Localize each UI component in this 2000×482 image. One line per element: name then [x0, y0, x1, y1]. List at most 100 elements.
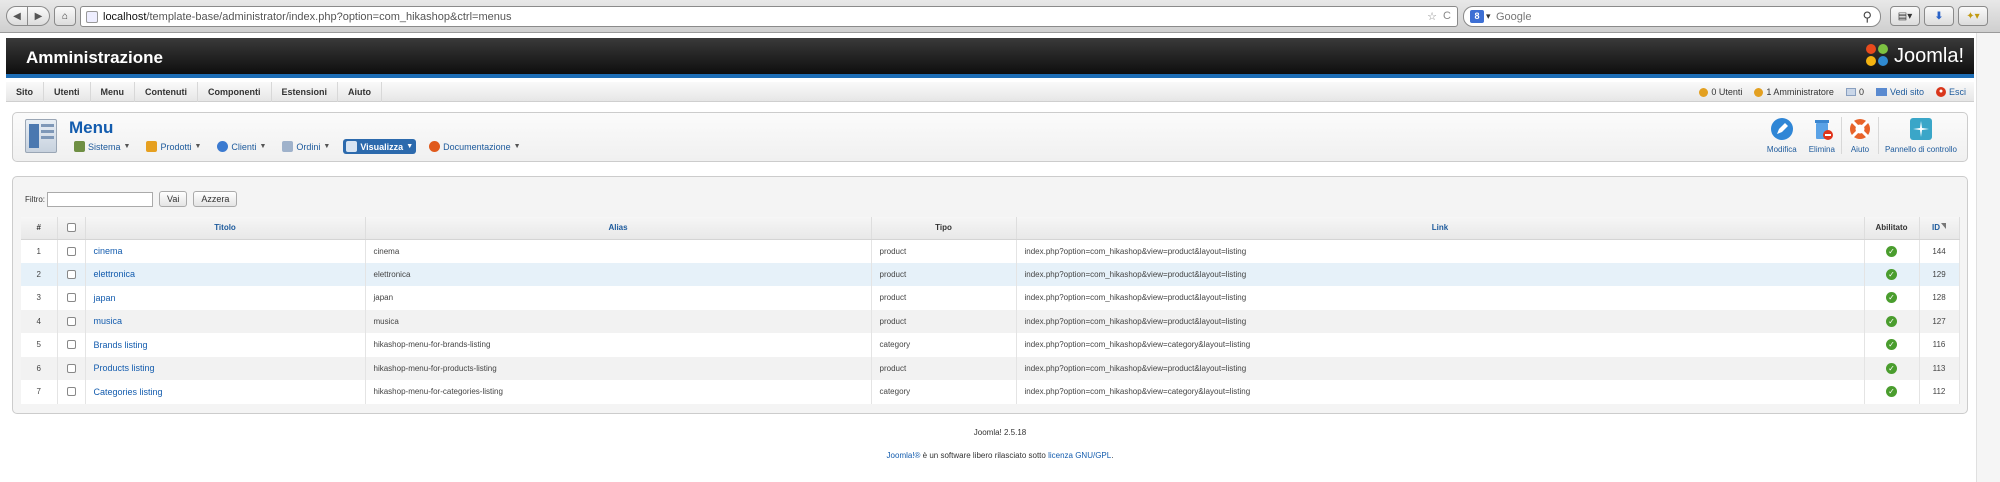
- menu-item-aiuto[interactable]: Aiuto: [338, 82, 383, 102]
- magnifier-icon[interactable]: ⚲: [1862, 9, 1872, 25]
- row-title-link[interactable]: elettronica: [94, 269, 136, 279]
- search-engine-icon[interactable]: 8: [1470, 10, 1484, 23]
- bookmark-star-icon[interactable]: ☆: [1427, 10, 1437, 23]
- check-icon[interactable]: ✓: [1886, 268, 1897, 280]
- chevron-down-icon[interactable]: ▾: [1486, 11, 1491, 22]
- submenu-sistema[interactable]: Sistema ▼: [71, 139, 133, 154]
- column-header-link[interactable]: Link: [1016, 217, 1865, 240]
- browser-toolbar: ◀ ▶ ⌂ localhost/template-base/administra…: [0, 0, 2000, 33]
- messages-count[interactable]: 0: [1845, 87, 1864, 97]
- row-title-link[interactable]: cinema: [94, 246, 123, 256]
- menu-item-sito[interactable]: Sito: [6, 82, 44, 102]
- submenu-clienti[interactable]: Clienti ▼: [214, 139, 269, 154]
- history-nav: ◀ ▶: [6, 6, 50, 26]
- customers-icon: [217, 141, 229, 152]
- row-checkbox[interactable]: [66, 340, 76, 350]
- row-checkbox[interactable]: [66, 316, 76, 326]
- check-icon[interactable]: ✓: [1886, 245, 1897, 257]
- menu-item-contenuti[interactable]: Contenuti: [135, 82, 198, 102]
- row-number: 4: [21, 309, 58, 333]
- joomla-link[interactable]: Joomla!®: [887, 451, 921, 460]
- sort-desc-icon: [1941, 223, 1946, 230]
- lifebuoy-icon: [1848, 117, 1872, 141]
- home-icon[interactable]: ⌂: [54, 6, 76, 26]
- table-row: 1 cinema cinema product index.php?option…: [21, 239, 1960, 263]
- row-id: 128: [1919, 286, 1960, 310]
- column-header-alias[interactable]: Alias: [365, 217, 872, 240]
- check-icon[interactable]: ✓: [1886, 292, 1897, 304]
- row-title-link[interactable]: Brands listing: [94, 340, 148, 350]
- check-icon[interactable]: ✓: [1886, 315, 1897, 327]
- reset-button[interactable]: Azzera: [193, 191, 238, 207]
- submenu-ordini[interactable]: Ordini ▼: [279, 139, 333, 154]
- menu-item-menu[interactable]: Menu: [91, 82, 135, 102]
- row-checkbox[interactable]: [66, 246, 76, 256]
- row-title-link[interactable]: japan: [94, 293, 116, 303]
- gpl-license-link[interactable]: licenza GNU/GPL: [1048, 451, 1111, 460]
- address-bar[interactable]: localhost/template-base/administrator/in…: [80, 6, 1458, 27]
- check-icon[interactable]: ✓: [1886, 339, 1897, 351]
- menu-item-componenti[interactable]: Componenti: [198, 82, 272, 102]
- go-button[interactable]: Vai: [159, 191, 188, 207]
- chevron-down-icon: ▼: [259, 143, 267, 150]
- submenu-visualizza[interactable]: Visualizza ▼: [343, 139, 417, 154]
- row-id: 144: [1919, 239, 1960, 263]
- back-icon[interactable]: ◀: [6, 6, 28, 26]
- table-row: 6 Products listing hikashop-menu-for-pro…: [21, 356, 1960, 380]
- row-enabled-cell: ✓: [1864, 239, 1920, 263]
- row-title-link[interactable]: musica: [94, 316, 123, 326]
- license-suffix: .: [1111, 451, 1114, 460]
- site-preview-icon: [1875, 88, 1887, 96]
- column-header-title[interactable]: Titolo: [85, 217, 366, 240]
- row-title-cell: musica: [85, 309, 366, 333]
- row-checkbox[interactable]: [66, 293, 76, 303]
- page-menu-icon[interactable]: ▤▾: [1890, 6, 1920, 26]
- forward-icon[interactable]: ▶: [28, 6, 50, 26]
- view-site-link[interactable]: Vedi sito: [1875, 87, 1924, 97]
- trash-icon: [1810, 117, 1834, 141]
- row-title-link[interactable]: Products listing: [94, 363, 155, 373]
- search-bar[interactable]: 8 ▾ Google ⚲: [1463, 6, 1881, 27]
- row-link: index.php?option=com_hikashop&view=produ…: [1016, 262, 1865, 286]
- window-scrollbar[interactable]: [1976, 33, 2000, 482]
- addon-icon[interactable]: ✦▾: [1958, 6, 1988, 26]
- edit-button[interactable]: Modifica: [1761, 117, 1803, 154]
- main-menu: Sito Utenti Menu Contenuti Componenti Es…: [6, 82, 383, 102]
- check-icon[interactable]: ✓: [1886, 386, 1897, 398]
- submenu-prodotti[interactable]: Prodotti ▼: [143, 139, 204, 154]
- filter-input[interactable]: [47, 191, 153, 207]
- help-icon: [429, 141, 441, 152]
- chevron-down-icon: ▼: [323, 143, 331, 150]
- submenu-documentazione[interactable]: Documentazione ▼: [426, 139, 523, 154]
- row-checkbox[interactable]: [66, 387, 76, 397]
- row-checkbox[interactable]: [66, 269, 76, 279]
- toolbar: Menu Sistema ▼ Prodotti ▼ Clienti ▼ Ordini ▼…: [12, 112, 1968, 162]
- menu-item-estensioni[interactable]: Estensioni: [272, 82, 339, 102]
- select-all-checkbox[interactable]: [66, 223, 76, 233]
- row-title-link[interactable]: Categories listing: [94, 387, 163, 397]
- logout-link[interactable]: ● Esci: [1935, 87, 1966, 97]
- menu-item-utenti[interactable]: Utenti: [44, 82, 91, 102]
- row-link: index.php?option=com_hikashop&view=produ…: [1016, 286, 1865, 310]
- check-icon[interactable]: ✓: [1886, 362, 1897, 374]
- download-icon[interactable]: ⬇: [1924, 6, 1954, 26]
- url-text[interactable]: localhost/template-base/administrator/in…: [103, 11, 511, 23]
- pencil-icon: [1770, 117, 1794, 141]
- delete-button[interactable]: Elimina: [1803, 117, 1841, 154]
- column-header-id[interactable]: ID: [1919, 217, 1960, 240]
- help-button[interactable]: Aiuto: [1840, 117, 1878, 154]
- row-checkbox-cell: [57, 333, 86, 357]
- row-enabled-cell: ✓: [1864, 380, 1920, 404]
- row-link: index.php?option=com_hikashop&view=produ…: [1016, 239, 1865, 263]
- control-panel-icon: [1909, 117, 1933, 141]
- reload-icon[interactable]: C: [1443, 10, 1451, 23]
- row-number: 6: [21, 356, 58, 380]
- row-enabled-cell: ✓: [1864, 309, 1920, 333]
- select-all-checkbox-cell: [57, 217, 86, 240]
- row-checkbox-cell: [57, 286, 86, 310]
- table-row: 3 japan japan product index.php?option=c…: [21, 286, 1960, 310]
- row-checkbox[interactable]: [66, 363, 76, 373]
- control-panel-button[interactable]: Pannello di controllo: [1877, 117, 1963, 154]
- messages-icon: [1845, 88, 1856, 96]
- tools-icon: [74, 141, 85, 152]
